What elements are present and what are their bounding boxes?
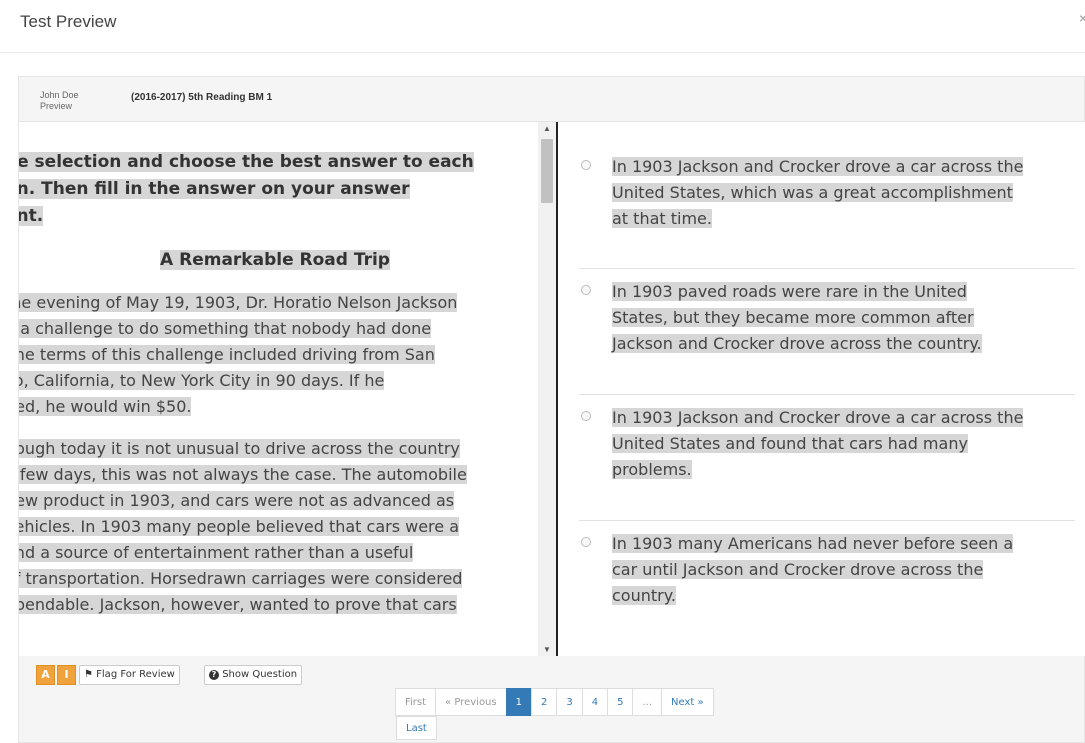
- answer-text[interactable]: In 1903 paved roads were rare in the Uni…: [612, 279, 1082, 357]
- answer-line: In 1903 Jackson and Crocker drove a car …: [612, 157, 1024, 176]
- answer-line: problems.: [612, 460, 692, 479]
- answer-line: In 1903 paved roads were rare in the Uni…: [612, 282, 967, 301]
- student-mode: Preview: [40, 101, 73, 111]
- flag-icon: ⚑: [84, 669, 93, 680]
- footer-toolbar: A I ⚑ Flag For Review ? Show Question Fi…: [19, 657, 1084, 742]
- scroll-down-icon[interactable]: ▼: [538, 645, 556, 654]
- answer-divider: [579, 268, 1075, 269]
- answer-line: country.: [612, 586, 676, 605]
- passage-line: ded, he would win $50.: [19, 397, 192, 416]
- passage-line: The terms of this challenge included dri…: [19, 345, 435, 364]
- highlighter-icon: A: [41, 668, 50, 681]
- passage-line: vehicles. In 1903 many people believed t…: [19, 517, 460, 536]
- passage-line: the evening of May 19, 1903, Dr. Horatio…: [19, 293, 458, 312]
- passage-line: d a challenge to do something that nobod…: [19, 319, 432, 338]
- answer-divider: [579, 520, 1075, 521]
- modal-title: Test Preview: [20, 12, 117, 31]
- student-name: John Doe: [40, 90, 79, 100]
- page-5[interactable]: 5: [607, 688, 634, 716]
- answer-line: In 1903 many Americans had never before …: [612, 534, 1014, 553]
- passage-paragraph-2: hough today it is not unusual to drive a…: [19, 436, 538, 618]
- passage-line: and a source of entertainment rather tha…: [19, 543, 414, 562]
- passage-scrollbar[interactable]: ▲ ▼: [538, 122, 556, 656]
- close-icon[interactable]: ×: [1079, 10, 1085, 26]
- instructions-line: ent.: [19, 206, 44, 226]
- passage-pane[interactable]: he selection and choose the best answer …: [19, 122, 538, 656]
- passage-line: new product in 1903, and cars were not a…: [19, 491, 455, 510]
- answer-line: car until Jackson and Crocker drove acro…: [612, 560, 984, 579]
- page-2[interactable]: 2: [530, 688, 558, 716]
- instructions-line: he selection and choose the best answer …: [19, 152, 474, 172]
- text-cursor-icon: I: [64, 668, 69, 681]
- scroll-up-icon[interactable]: ▲: [538, 124, 556, 133]
- show-question-button[interactable]: ? Show Question: [204, 665, 303, 685]
- answer-line: United States and found that cars had ma…: [612, 434, 968, 453]
- passage-title-text: A Remarkable Road Trip: [160, 250, 390, 270]
- page-next[interactable]: Next »: [661, 688, 714, 716]
- passage-line: co, California, to New York City in 90 d…: [19, 371, 385, 390]
- page-first[interactable]: First: [395, 688, 437, 716]
- page-previous[interactable]: « Previous: [435, 688, 507, 716]
- question-circle-icon: ?: [209, 670, 219, 680]
- pagination: First « Previous 1 2 3 4 5 ... Next »: [395, 688, 714, 716]
- test-header: John Doe Preview (2016-2017) 5th Reading…: [19, 77, 1084, 122]
- student-info: John Doe Preview: [40, 90, 79, 112]
- answer-line: Jackson and Crocker drove across the cou…: [612, 334, 982, 353]
- passage-line: hough today it is not unusual to drive a…: [19, 439, 460, 458]
- answer-line: United States, which was a great accompl…: [612, 183, 1013, 202]
- page-ellipsis: ...: [632, 688, 663, 716]
- answer-radio[interactable]: [581, 411, 591, 421]
- passage-line: a few days, this was not always the case…: [19, 465, 467, 484]
- answer-divider: [579, 394, 1075, 395]
- answer-pane: In 1903 Jackson and Crocker drove a car …: [558, 122, 1085, 656]
- test-name: (2016-2017) 5th Reading BM 1: [131, 92, 273, 103]
- passage-paragraph-1: the evening of May 19, 1903, Dr. Horatio…: [19, 290, 538, 420]
- page-1[interactable]: 1: [505, 688, 532, 716]
- text-tool-button[interactable]: I: [57, 665, 76, 685]
- page-4[interactable]: 4: [581, 688, 609, 716]
- answer-line: at that time.: [612, 209, 712, 228]
- answer-text[interactable]: In 1903 Jackson and Crocker drove a car …: [612, 154, 1082, 232]
- answer-text[interactable]: In 1903 many Americans had never before …: [612, 531, 1082, 609]
- passage-title: A Remarkable Road Trip: [19, 247, 538, 274]
- instructions-line: on. Then fill in the answer on your answ…: [19, 179, 410, 199]
- answer-radio[interactable]: [581, 285, 591, 295]
- flag-for-review-button[interactable]: ⚑ Flag For Review: [79, 665, 180, 685]
- flag-for-review-label: Flag For Review: [96, 669, 175, 680]
- answer-line: States, but they became more common afte…: [612, 308, 974, 327]
- answer-radio[interactable]: [581, 537, 591, 547]
- instructions: he selection and choose the best answer …: [19, 149, 538, 230]
- passage-line: ependable. Jackson, however, wanted to p…: [19, 595, 457, 614]
- page-3[interactable]: 3: [556, 688, 583, 716]
- answer-line: In 1903 Jackson and Crocker drove a car …: [612, 408, 1024, 427]
- test-player: John Doe Preview (2016-2017) 5th Reading…: [18, 76, 1085, 743]
- scrollbar-thumb[interactable]: [541, 139, 553, 203]
- passage-line: of transportation. Horsedrawn carriages …: [19, 569, 463, 588]
- answer-text[interactable]: In 1903 Jackson and Crocker drove a car …: [612, 405, 1082, 483]
- title-divider: [0, 52, 1085, 53]
- answer-radio[interactable]: [581, 160, 591, 170]
- highlighter-tool-button[interactable]: A: [36, 665, 55, 685]
- page-last[interactable]: Last: [396, 716, 437, 740]
- show-question-label: Show Question: [222, 669, 298, 680]
